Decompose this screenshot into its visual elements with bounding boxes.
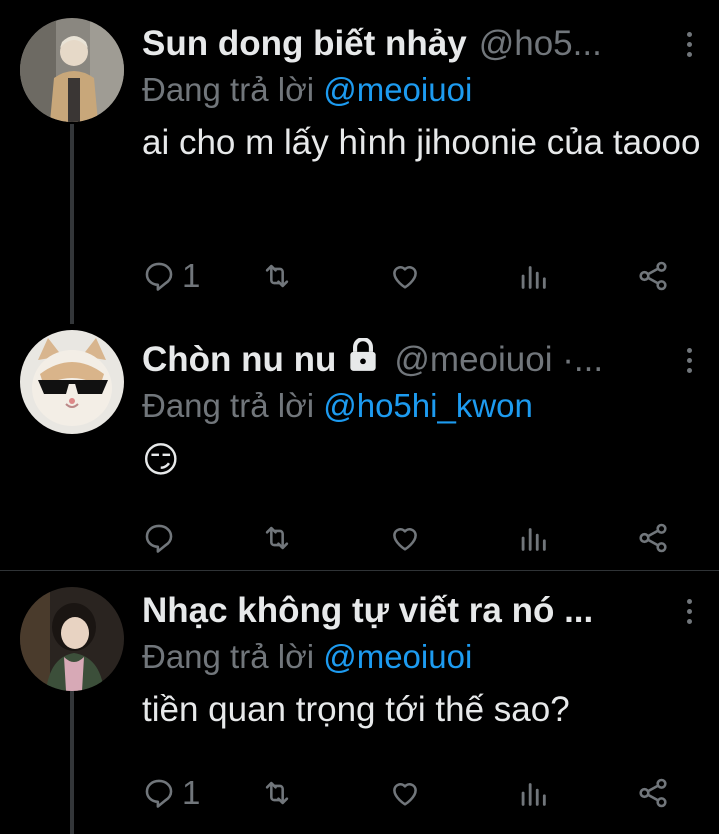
reply-icon bbox=[145, 524, 173, 553]
tweet-content: Sun dong biết nhảy @ho5... Đang trả lời … bbox=[142, 22, 701, 168]
replying-to: Đang trả lời @meoiuoi bbox=[142, 635, 701, 679]
retweet-button[interactable] bbox=[260, 256, 294, 296]
reply-button[interactable]: 1 bbox=[142, 773, 200, 813]
reply-count: 1 bbox=[182, 257, 201, 294]
like-button[interactable] bbox=[388, 773, 422, 813]
lock-icon bbox=[344, 338, 382, 382]
share-button[interactable] bbox=[636, 518, 670, 558]
reply-mention[interactable]: @ho5hi_kwon bbox=[323, 387, 533, 424]
display-name[interactable]: Chòn nu nu bbox=[142, 338, 336, 382]
share-button[interactable] bbox=[636, 773, 670, 813]
views-button[interactable] bbox=[516, 256, 550, 296]
person-avatar-image bbox=[20, 587, 124, 691]
avatar[interactable] bbox=[20, 330, 124, 434]
retweet-icon bbox=[265, 264, 289, 288]
views-icon bbox=[521, 783, 546, 806]
tweet-actions: 1 bbox=[142, 256, 702, 296]
avatar[interactable] bbox=[20, 587, 124, 691]
tweet-content: Nhạc không tự viết ra nó ... Đang trả lờ… bbox=[142, 589, 701, 735]
person-avatar-image bbox=[20, 18, 124, 122]
share-icon bbox=[639, 523, 667, 553]
tweet-content: Chòn nu nu @meoiuoi ·... Đang trả lời @h… bbox=[142, 338, 701, 490]
replying-to: Đang trả lời @meoiuoi bbox=[142, 68, 701, 112]
retweet-button[interactable] bbox=[260, 518, 294, 558]
reply-prefix: Đang trả lời bbox=[142, 387, 315, 424]
like-icon bbox=[393, 528, 417, 551]
retweet-icon bbox=[265, 781, 289, 805]
reply-count: 1 bbox=[182, 774, 201, 811]
reply-icon bbox=[145, 262, 173, 291]
tweet[interactable]: Nhạc không tự viết ra nó ... Đang trả lờ… bbox=[0, 571, 719, 834]
cat-sunglasses-avatar-image bbox=[20, 330, 124, 434]
more-icon[interactable] bbox=[677, 593, 701, 629]
tweet-actions bbox=[142, 518, 702, 558]
reply-prefix: Đang trả lời bbox=[142, 638, 315, 675]
like-button[interactable] bbox=[388, 256, 422, 296]
like-button[interactable] bbox=[388, 518, 422, 558]
reply-mention[interactable]: @meoiuoi bbox=[323, 71, 472, 108]
display-name[interactable]: Sun dong biết nhảy bbox=[142, 22, 467, 66]
reply-icon bbox=[145, 779, 173, 808]
retweet-button[interactable] bbox=[260, 773, 294, 813]
more-icon[interactable] bbox=[677, 26, 701, 62]
tweet-text: 😏 bbox=[142, 439, 180, 480]
tweet[interactable]: Chòn nu nu @meoiuoi ·... Đang trả lời @h… bbox=[0, 320, 719, 568]
more-icon[interactable] bbox=[677, 342, 701, 378]
reply-mention[interactable]: @meoiuoi bbox=[323, 638, 472, 675]
share-button[interactable] bbox=[636, 256, 670, 296]
reply-button[interactable] bbox=[142, 518, 182, 558]
views-button[interactable] bbox=[516, 518, 550, 558]
replying-to: Đang trả lời @ho5hi_kwon bbox=[142, 384, 701, 428]
tweet[interactable]: Sun dong biết nhảy @ho5... Đang trả lời … bbox=[0, 0, 719, 320]
views-icon bbox=[521, 266, 546, 289]
tweet-header: Chòn nu nu @meoiuoi ·... bbox=[142, 338, 701, 382]
user-handle[interactable]: @meoiuoi ·... bbox=[394, 338, 603, 382]
tweet-text: ai cho m lấy hình jihoonie của taooo bbox=[142, 123, 701, 162]
retweet-icon bbox=[265, 526, 289, 550]
tweet-header: Nhạc không tự viết ra nó ... bbox=[142, 589, 701, 633]
tweet-text: tiền quan trọng tới thế sao? bbox=[142, 690, 570, 729]
share-icon bbox=[639, 261, 667, 291]
reply-button[interactable]: 1 bbox=[142, 256, 200, 296]
display-name[interactable]: Nhạc không tự viết ra nó ... bbox=[142, 589, 593, 633]
like-icon bbox=[393, 266, 417, 289]
views-icon bbox=[521, 528, 546, 551]
reply-prefix: Đang trả lời bbox=[142, 71, 315, 108]
avatar[interactable] bbox=[20, 18, 124, 122]
share-icon bbox=[639, 778, 667, 808]
views-button[interactable] bbox=[516, 773, 550, 813]
tweet-header: Sun dong biết nhảy @ho5... bbox=[142, 22, 701, 66]
tweet-actions: 1 bbox=[142, 773, 702, 813]
user-handle[interactable]: @ho5... bbox=[479, 22, 602, 66]
like-icon bbox=[393, 783, 417, 806]
